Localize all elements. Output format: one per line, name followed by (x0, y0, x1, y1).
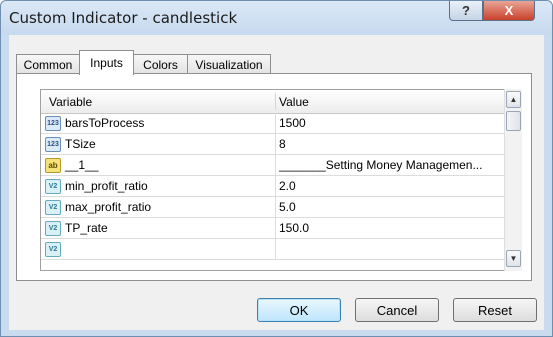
scroll-down-icon[interactable]: ▼ (506, 250, 521, 267)
double-type-icon: V2 (45, 242, 61, 257)
cell-divider (275, 218, 276, 239)
variable-name: max_profit_ratio (65, 200, 152, 214)
variable-name: min_profit_ratio (65, 179, 148, 193)
cell-divider (275, 134, 276, 155)
help-button[interactable]: ? (449, 1, 483, 21)
column-header-variable[interactable]: Variable (49, 95, 92, 109)
title-bar[interactable]: Custom Indicator - candlestick ? X (1, 1, 552, 35)
string-type-icon: ab (45, 158, 61, 173)
window-title: Custom Indicator - candlestick (9, 9, 238, 27)
column-header-value[interactable]: Value (279, 95, 309, 109)
tab-inputs[interactable]: Inputs (79, 50, 134, 75)
cell-divider (275, 197, 276, 218)
reset-button[interactable]: Reset (453, 298, 537, 322)
scroll-thumb[interactable] (506, 111, 521, 131)
scroll-up-icon[interactable]: ▲ (506, 91, 521, 108)
table-row[interactable]: V2 min_profit_ratio 2.0 (41, 176, 505, 197)
variable-value[interactable]: 5.0 (279, 200, 296, 214)
variable-name: barsToProcess (65, 116, 145, 130)
cell-divider (275, 239, 276, 260)
cell-divider (275, 176, 276, 197)
tab-visualization[interactable]: Visualization (187, 54, 271, 74)
table-row[interactable]: V2 TP_rate 150.0 (41, 218, 505, 239)
tab-colors[interactable]: Colors (133, 54, 188, 74)
variable-name: TSize (65, 137, 96, 151)
column-divider[interactable] (275, 93, 276, 110)
cancel-button[interactable]: Cancel (355, 298, 439, 322)
cell-divider (275, 155, 276, 176)
double-type-icon: V2 (45, 221, 61, 236)
double-type-icon: V2 (45, 179, 61, 194)
variable-value[interactable]: 150.0 (279, 221, 309, 235)
variable-value[interactable]: 1500 (279, 116, 306, 130)
close-button[interactable]: X (483, 1, 535, 21)
table-row[interactable]: 123 TSize 8 (41, 134, 505, 155)
variable-value[interactable]: 2.0 (279, 179, 296, 193)
cell-divider (275, 113, 276, 134)
grid-header: Variable Value (41, 90, 505, 114)
variable-value[interactable]: _______Setting Money Managemen... (279, 158, 482, 172)
ok-button[interactable]: OK (257, 298, 341, 322)
double-type-icon: V2 (45, 200, 61, 215)
variable-name: __1__ (65, 158, 99, 172)
variable-value[interactable]: 8 (279, 137, 286, 151)
table-row[interactable]: ab __1__ _______Setting Money Managemen.… (41, 155, 505, 176)
inputs-grid: Variable Value 123 barsToProcess 1500 12… (40, 89, 506, 271)
variable-name: TP_rate (65, 221, 108, 235)
table-row[interactable]: 123 barsToProcess 1500 (41, 113, 505, 134)
integer-type-icon: 123 (45, 137, 61, 152)
integer-type-icon: 123 (45, 116, 61, 131)
vertical-scrollbar[interactable]: ▲ ▼ (504, 89, 522, 271)
table-row[interactable]: V2 (41, 239, 505, 260)
tab-common[interactable]: Common (16, 54, 80, 74)
table-row[interactable]: V2 max_profit_ratio 5.0 (41, 197, 505, 218)
